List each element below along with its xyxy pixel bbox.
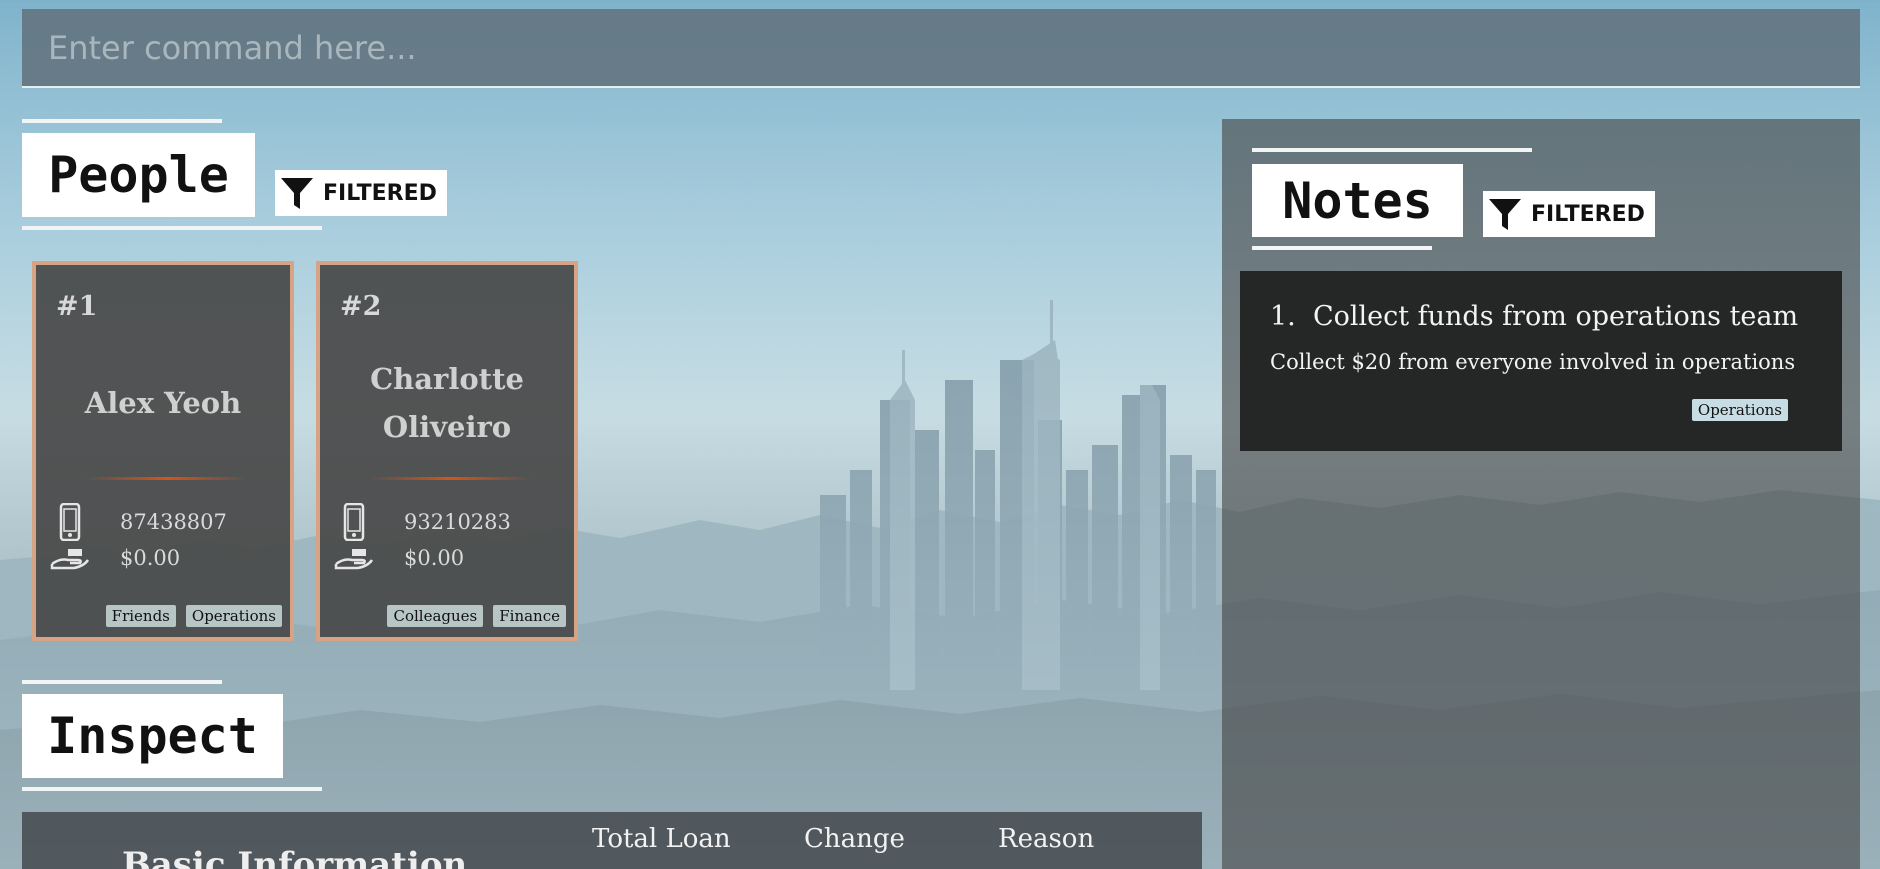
notes-title: Notes [1252, 164, 1463, 237]
people-title: People [22, 133, 255, 217]
inspect-bottom-rule [22, 787, 322, 791]
person-card[interactable]: #2 Charlotte Oliveiro 93210283 $0.00 Col… [316, 261, 578, 641]
loan-hand-icon [50, 546, 90, 570]
phone-row: 87438807 [50, 503, 227, 541]
name-divider [370, 477, 532, 480]
command-input[interactable] [48, 9, 1860, 86]
phone-number: 93210283 [404, 510, 511, 534]
column-header-reason[interactable]: Reason [998, 824, 1094, 854]
note-number: 1. [1270, 301, 1296, 332]
phone-icon [50, 503, 90, 541]
tag-chip: Friends [105, 605, 176, 627]
person-tags: Colleagues Finance [387, 605, 566, 627]
basic-information-heading: Basic Information [122, 845, 468, 869]
notes-title-text: Notes [1282, 171, 1433, 230]
person-tags: Friends Operations [105, 605, 282, 627]
filter-funnel-icon [1489, 199, 1521, 230]
inspect-top-rule [22, 680, 222, 684]
loan-row: $0.00 [50, 546, 180, 570]
person-name-line-1: Charlotte [370, 362, 524, 396]
people-filter-label: FILTERED [323, 180, 437, 206]
tag-chip: Operations [185, 605, 282, 627]
person-name-line-2: Oliveiro [382, 410, 512, 444]
note-card[interactable]: 1. Collect funds from operations team Co… [1240, 271, 1842, 451]
loan-amount: $0.00 [404, 546, 465, 570]
inspect-title: Inspect [22, 694, 283, 778]
person-name: Alex Yeoh [84, 386, 242, 420]
person-index: #1 [56, 291, 98, 322]
note-tag-chip: Operations [1691, 399, 1788, 421]
person-card[interactable]: #1 Alex Yeoh 87438807 $0.00 Friends Oper… [32, 261, 294, 641]
notes-filter-label: FILTERED [1531, 201, 1645, 227]
column-header-total-loan[interactable]: Total Loan [592, 824, 731, 854]
inspect-title-text: Inspect [47, 707, 258, 765]
tag-chip: Finance [493, 605, 566, 627]
command-bar[interactable] [22, 9, 1860, 88]
phone-number: 87438807 [120, 510, 227, 534]
note-title: 1. Collect funds from operations team [1270, 301, 1798, 332]
loan-row: $0.00 [334, 546, 464, 570]
people-filter-badge[interactable]: FILTERED [275, 170, 447, 216]
notes-filter-badge[interactable]: FILTERED [1483, 191, 1655, 237]
filter-funnel-icon [281, 178, 313, 209]
person-index: #2 [340, 291, 382, 322]
loan-amount: $0.00 [120, 546, 181, 570]
people-title-text: People [48, 146, 229, 204]
phone-row: 93210283 [334, 503, 511, 541]
note-body: Collect $20 from everyone involved in op… [1270, 350, 1796, 374]
people-top-rule [22, 119, 222, 123]
tag-chip: Colleagues [387, 605, 484, 627]
note-title-text: Collect funds from operations team [1312, 301, 1799, 332]
column-header-change[interactable]: Change [804, 824, 905, 854]
loan-hand-icon [334, 546, 374, 570]
phone-icon [334, 503, 374, 541]
notes-bottom-rule [1252, 246, 1432, 250]
people-bottom-rule [22, 226, 322, 230]
name-divider [86, 477, 248, 480]
notes-top-rule [1252, 148, 1532, 152]
